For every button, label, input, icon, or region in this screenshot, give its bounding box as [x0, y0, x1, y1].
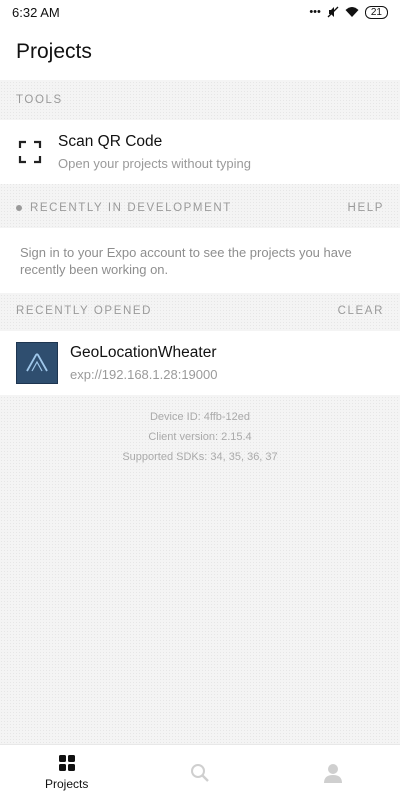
tools-section-title: TOOLS	[16, 94, 63, 106]
dots-icon: •••	[309, 6, 321, 18]
status-icons: ••• 21	[309, 5, 388, 19]
scan-qr-title: Scan QR Code	[58, 133, 163, 150]
development-section-title-wrap: RECENTLY IN DEVELOPMENT	[16, 202, 232, 214]
status-time: 6:32 AM	[12, 4, 60, 20]
scan-qr-code-item[interactable]: Scan QR Code Open your projects without …	[0, 120, 400, 184]
development-section-title: RECENTLY IN DEVELOPMENT	[30, 202, 232, 214]
project-name: GeoLocationWheater	[70, 344, 217, 361]
device-info: Device ID: 4ffb-12ed Client version: 2.1…	[0, 395, 400, 467]
scan-qr-subtitle: Open your projects without typing	[58, 156, 251, 171]
supported-sdks: Supported SDKs: 34, 35, 36, 37	[122, 451, 278, 463]
search-icon	[190, 763, 209, 782]
help-button[interactable]: HELP	[348, 202, 384, 214]
profile-icon	[324, 763, 343, 783]
qr-scan-icon	[18, 140, 42, 164]
recent-section-header: RECENTLY OPENED CLEAR	[0, 291, 400, 331]
development-section-header: RECENTLY IN DEVELOPMENT HELP	[0, 188, 400, 228]
recent-project-text: GeoLocationWheater exp://192.168.1.28:19…	[70, 344, 217, 382]
tab-search[interactable]	[133, 745, 266, 800]
tab-bar: Projects	[0, 744, 400, 800]
wifi-icon	[345, 7, 359, 17]
scan-qr-text: Scan QR Code Open your projects without …	[58, 133, 251, 171]
tab-profile[interactable]	[267, 745, 400, 800]
tab-projects-label: Projects	[44, 777, 89, 791]
project-url: exp://192.168.1.28:19000	[70, 367, 218, 382]
grid-icon	[58, 755, 75, 771]
client-version: Client version: 2.15.4	[148, 431, 252, 443]
status-bar: 6:32 AM ••• 21	[0, 0, 400, 24]
device-id: Device ID: 4ffb-12ed	[149, 411, 251, 423]
tab-projects[interactable]: Projects	[0, 745, 133, 800]
tools-section-header: TOOLS	[0, 80, 400, 120]
recent-project-item[interactable]: GeoLocationWheater exp://192.168.1.28:19…	[0, 331, 400, 395]
battery-indicator: 21	[364, 5, 388, 19]
recent-section-title: RECENTLY OPENED	[16, 305, 153, 317]
clear-button[interactable]: CLEAR	[338, 305, 384, 317]
mute-icon	[327, 6, 339, 18]
signin-message: Sign in to your Expo account to see the …	[0, 228, 400, 293]
expo-app-icon	[16, 342, 58, 384]
page-title: Projects	[16, 40, 92, 63]
dot-icon	[16, 205, 22, 211]
page-header: Projects	[0, 24, 400, 80]
